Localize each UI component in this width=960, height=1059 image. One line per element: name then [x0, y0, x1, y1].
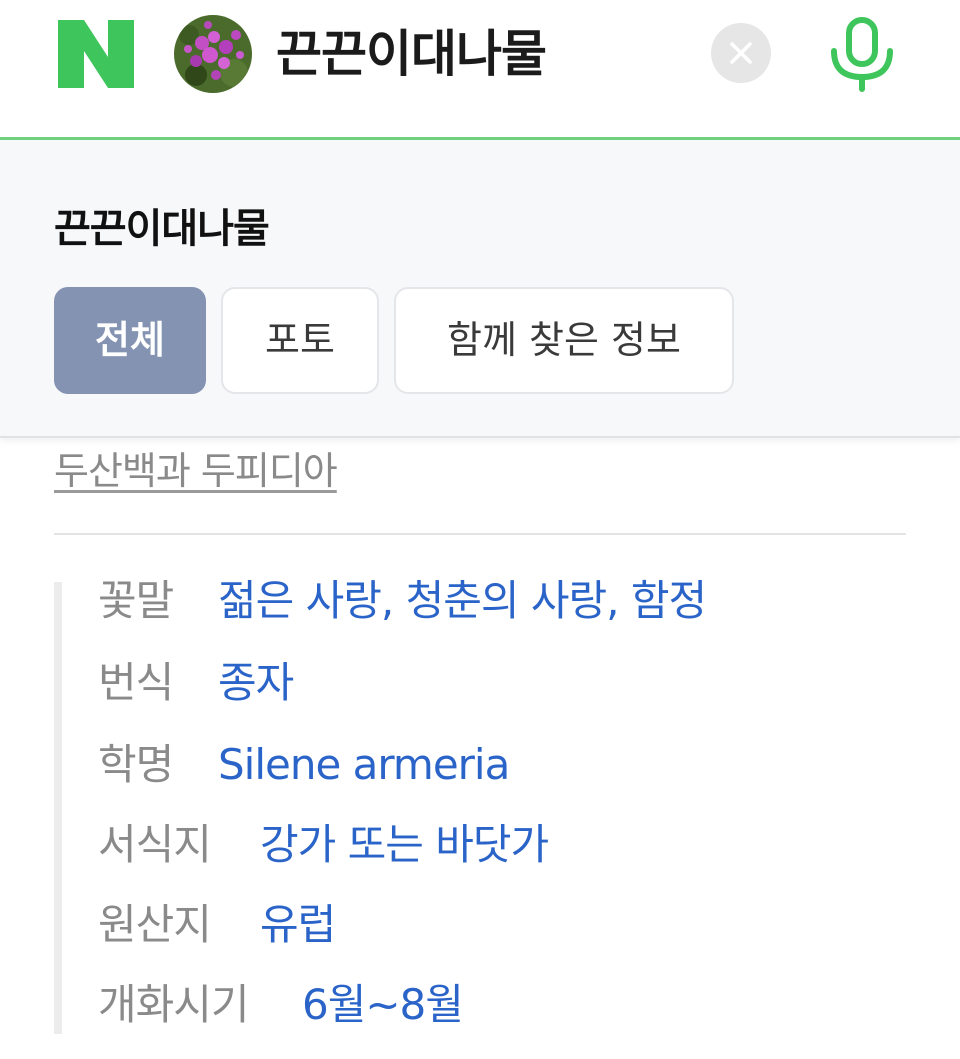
flower-thumbnail	[174, 15, 252, 93]
tab-photo[interactable]: 포토	[221, 287, 379, 394]
tab-all[interactable]: 전체	[54, 287, 206, 394]
info-row-flower-language: 꽃말 젊은 사랑, 청춘의 사랑, 함정	[98, 576, 707, 626]
microphone-icon	[831, 17, 893, 92]
search-result-panel: 끈끈이대나물 전체 포토 함께 찾은 정보	[0, 140, 960, 438]
divider	[54, 533, 906, 535]
close-icon	[730, 42, 752, 64]
clear-search-button[interactable]	[711, 23, 771, 83]
source-link[interactable]: 두산백과 두피디아	[54, 440, 338, 495]
naver-logo-icon[interactable]	[58, 20, 134, 88]
info-key: 학명	[98, 740, 174, 789]
info-key: 서식지	[98, 820, 212, 869]
info-value[interactable]: Silene armeria	[218, 740, 510, 790]
info-value[interactable]: 6월~8월	[302, 980, 464, 1030]
info-row-origin: 원산지 유럽	[98, 900, 336, 950]
info-row-blooming-season: 개화시기 6월~8월	[98, 980, 464, 1030]
info-row-scientific-name: 학명 Silene armeria	[98, 740, 510, 790]
search-header: 끈끈이대나물	[0, 0, 960, 140]
info-key: 번식	[98, 658, 174, 707]
info-accent-bar	[54, 582, 62, 1034]
info-value[interactable]: 젊은 사랑, 청춘의 사랑, 함정	[218, 576, 707, 626]
voice-search-button[interactable]	[826, 17, 898, 93]
panel-title: 끈끈이대나물	[54, 206, 270, 252]
info-key: 꽃말	[98, 576, 174, 625]
info-value[interactable]: 강가 또는 바닷가	[260, 820, 549, 870]
info-key: 개화시기	[98, 980, 250, 1029]
tab-related-info[interactable]: 함께 찾은 정보	[394, 287, 734, 394]
info-value[interactable]: 유럽	[260, 900, 336, 950]
search-query-text[interactable]: 끈끈이대나물	[276, 16, 547, 92]
info-row-habitat: 서식지 강가 또는 바닷가	[98, 820, 549, 870]
info-value[interactable]: 종자	[218, 658, 294, 708]
info-row-propagation: 번식 종자	[98, 658, 294, 708]
info-key: 원산지	[98, 900, 212, 949]
